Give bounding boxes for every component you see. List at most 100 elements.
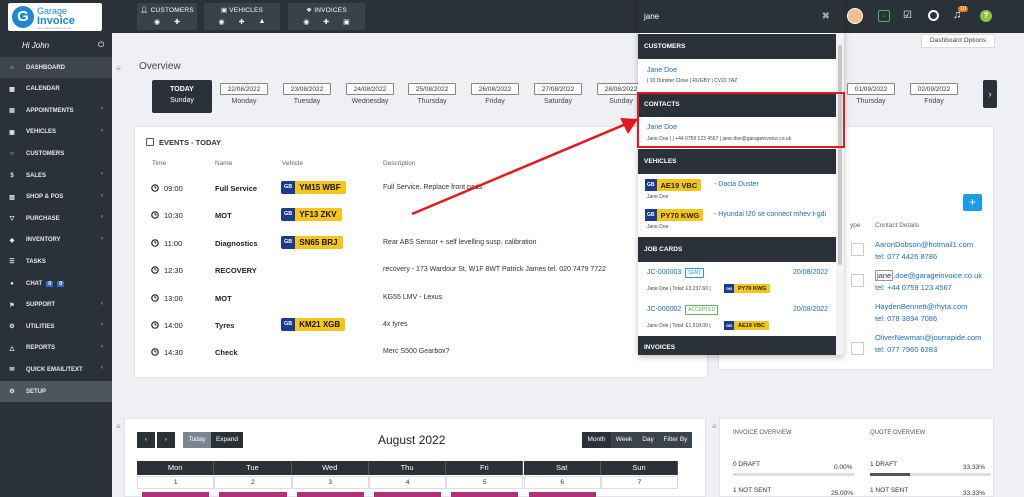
sidebar-item-support[interactable]: ⚑ SUPPORT ‹: [0, 295, 112, 316]
day-tile[interactable]: 01/09/2022 Thursday: [847, 83, 895, 105]
menu-toggle-icon[interactable]: ≡: [116, 64, 121, 73]
day-tile[interactable]: 22/08/2022 Monday: [220, 83, 268, 105]
result-customer-name[interactable]: Jane Doe: [647, 67, 677, 74]
contact-email[interactable]: HaydenBennett@rhyta.com: [875, 302, 967, 311]
contact-email[interactable]: AaronDobson@hotmail1.com: [875, 240, 973, 249]
type-select[interactable]: [851, 274, 864, 287]
help-icon[interactable]: ?: [980, 10, 992, 22]
sidebar-item-quick-email-text[interactable]: ✉ QUICK EMAIL/TEXT ‹: [0, 359, 112, 380]
next-days-arrow-icon[interactable]: ›: [983, 80, 997, 108]
eye-icon[interactable]: ◉: [303, 18, 309, 26]
calendar-event-bar[interactable]: [451, 492, 519, 497]
sidebar-item-inventory[interactable]: ◆ INVENTORY ‹: [0, 230, 112, 251]
sidebar-item-appointments[interactable]: ▤ APPOINTMENTS ‹: [0, 100, 112, 121]
today-tile[interactable]: TODAY Sunday: [152, 80, 212, 113]
calendar-date[interactable]: 1: [137, 476, 215, 489]
clear-search-icon[interactable]: ✖: [822, 11, 830, 22]
vehicle-model-link[interactable]: - Hyundai I20 se connect mhev t-gdi: [714, 211, 826, 218]
calendar-event-bar[interactable]: [296, 492, 364, 497]
contact-email[interactable]: jane .doe@garageinvoice.co.uk: [875, 270, 982, 281]
topnav-customers[interactable]: 👤︎ CUSTOMERS ◉ ✚: [137, 3, 197, 30]
calendar-event-bar[interactable]: [142, 492, 210, 497]
sidebar-item-purchase[interactable]: ▽ PURCHASE ‹: [0, 208, 112, 229]
month-view-button[interactable]: Month: [582, 432, 611, 448]
sidebar-item-utilities[interactable]: ⚙ UTILITIES ‹: [0, 316, 112, 337]
scrollbar-thumb[interactable]: [838, 45, 842, 265]
vehicle-plate[interactable]: GB YF13 ZKV: [281, 208, 342, 222]
sidebar-item-customers[interactable]: ○ CUSTOMERS: [0, 143, 112, 164]
calendar-date[interactable]: 5: [446, 476, 524, 489]
day-tile[interactable]: 26/08/2022 Friday: [471, 83, 519, 105]
vehicle-plate[interactable]: GB KM21 XGB: [281, 318, 346, 331]
type-select[interactable]: [851, 342, 864, 355]
today-button[interactable]: Today: [183, 432, 211, 448]
calendar-date[interactable]: 3: [291, 476, 369, 489]
table-row[interactable]: 14:00 Tyres GB KM21 XGB 4x tyres: [135, 312, 665, 339]
checkbox-icon[interactable]: ☑: [903, 10, 912, 21]
sidebar-item-calendar[interactable]: ▦ CALENDAR: [0, 79, 112, 100]
table-row[interactable]: 12:30 RECOVERY recovery - 173 Wardour St, …: [135, 257, 665, 284]
day-tile[interactable]: 24/08/2022 Wednesday: [346, 83, 394, 105]
brand-logo[interactable]: G Garage Invoice www.garageinvoice.co.uk: [8, 3, 102, 31]
type-select[interactable]: [851, 243, 864, 256]
day-view-button[interactable]: Day: [637, 432, 659, 448]
calendar-date[interactable]: 2: [214, 476, 292, 489]
menu-toggle-icon[interactable]: ≡: [712, 422, 717, 431]
next-month-button[interactable]: ›: [157, 432, 175, 448]
day-tile[interactable]: 02/09/2022 Friday: [910, 83, 958, 105]
vehicle-plate[interactable]: GB PY70 KWG: [645, 209, 704, 221]
contact-tel[interactable]: tel: +44 0759 123 4567: [875, 283, 952, 292]
jobcard-link[interactable]: JC-000003: [647, 269, 681, 276]
vehicle-plate[interactable]: GB AE19 VBC: [724, 321, 769, 330]
day-tile[interactable]: 25/08/2022 Thursday: [408, 83, 456, 105]
calendar-event-bar[interactable]: [528, 492, 596, 497]
table-row[interactable]: 13:00 MOT KG55 LMV - Lexus: [135, 285, 665, 312]
search-input[interactable]: jane: [644, 12, 659, 21]
vehicle-model-link[interactable]: - Dacia Duster: [714, 181, 759, 188]
contact-tel[interactable]: tel: 077 7960 6283: [875, 345, 937, 354]
car-icon[interactable]: ▣: [343, 18, 350, 26]
plus-icon[interactable]: ✚: [239, 18, 245, 26]
calendar-date[interactable]: 4: [368, 476, 447, 489]
vehicle-plate[interactable]: GB AE19 VBC: [645, 179, 702, 191]
sidebar-item-chat[interactable]: ● CHAT 0 0: [0, 273, 112, 294]
expand-button[interactable]: Expand: [211, 432, 243, 448]
clock-icon[interactable]: [928, 10, 939, 21]
contact-email[interactable]: OliverNewman@jourrapide.com: [875, 333, 981, 342]
table-row[interactable]: 14:30 Check Merc S500 Gearbox?: [135, 339, 665, 366]
search-bar[interactable]: jane ✖: [638, 0, 844, 33]
prev-month-button[interactable]: ‹: [137, 432, 155, 448]
download-icon[interactable]: ↓: [878, 10, 890, 22]
jobcard-link[interactable]: JC-000002: [647, 306, 681, 313]
sidebar-item-shop-pos[interactable]: ▥ SHOP & POS ‹: [0, 187, 112, 208]
eye-icon[interactable]: ◉: [219, 18, 225, 26]
topnav-vehicles[interactable]: ▣ VEHICLES ◉ ✚ ▲: [204, 3, 280, 30]
week-view-button[interactable]: Week: [611, 432, 637, 448]
table-row[interactable]: 11:00 Diagnostics GB SN65 BRJ Rear ABS Senso…: [135, 230, 665, 257]
calendar-date[interactable]: 6: [523, 476, 601, 489]
avatar[interactable]: [847, 8, 863, 24]
plus-icon[interactable]: ✚: [174, 18, 180, 26]
sidebar-item-setup[interactable]: ⚙ SETUP: [0, 381, 112, 402]
sidebar-item-sales[interactable]: $ SALES ‹: [0, 165, 112, 186]
bell-icon[interactable]: ▲: [259, 18, 266, 26]
sidebar-item-vehicles[interactable]: ▣ VEHICLES ‹: [0, 122, 112, 143]
calendar-event-bar[interactable]: [219, 492, 287, 497]
contact-tel[interactable]: tel: 078 3894 7086: [875, 314, 937, 323]
topnav-invoices[interactable]: ❖ INVOICES ◉ ✚ ▣: [288, 3, 365, 30]
add-contact-button[interactable]: +: [963, 194, 982, 211]
filter-by-button[interactable]: Filter By: [659, 432, 692, 448]
sidebar-item-tasks[interactable]: ☰ TASKS: [0, 251, 112, 272]
sidebar-item-dashboard[interactable]: ⌂ DASHBOARD: [0, 57, 112, 78]
sidebar-item-reports[interactable]: △ REPORTS ‹: [0, 338, 112, 359]
dashboard-options-button[interactable]: Dashboard Options: [921, 34, 995, 48]
power-icon[interactable]: ⏻: [98, 40, 104, 50]
menu-toggle-icon[interactable]: ≡: [116, 422, 121, 431]
day-tile[interactable]: 23/08/2022 Tuesday: [283, 83, 331, 105]
vehicle-plate[interactable]: GB YM15 WBF: [281, 181, 346, 194]
plus-icon[interactable]: ✚: [323, 18, 329, 26]
day-tile[interactable]: 27/08/2022 Saturday: [534, 83, 582, 105]
calendar-event-bar[interactable]: [373, 492, 442, 497]
contact-tel[interactable]: tel: 077 4426 8786: [875, 252, 937, 261]
eye-icon[interactable]: ◉: [154, 18, 160, 26]
